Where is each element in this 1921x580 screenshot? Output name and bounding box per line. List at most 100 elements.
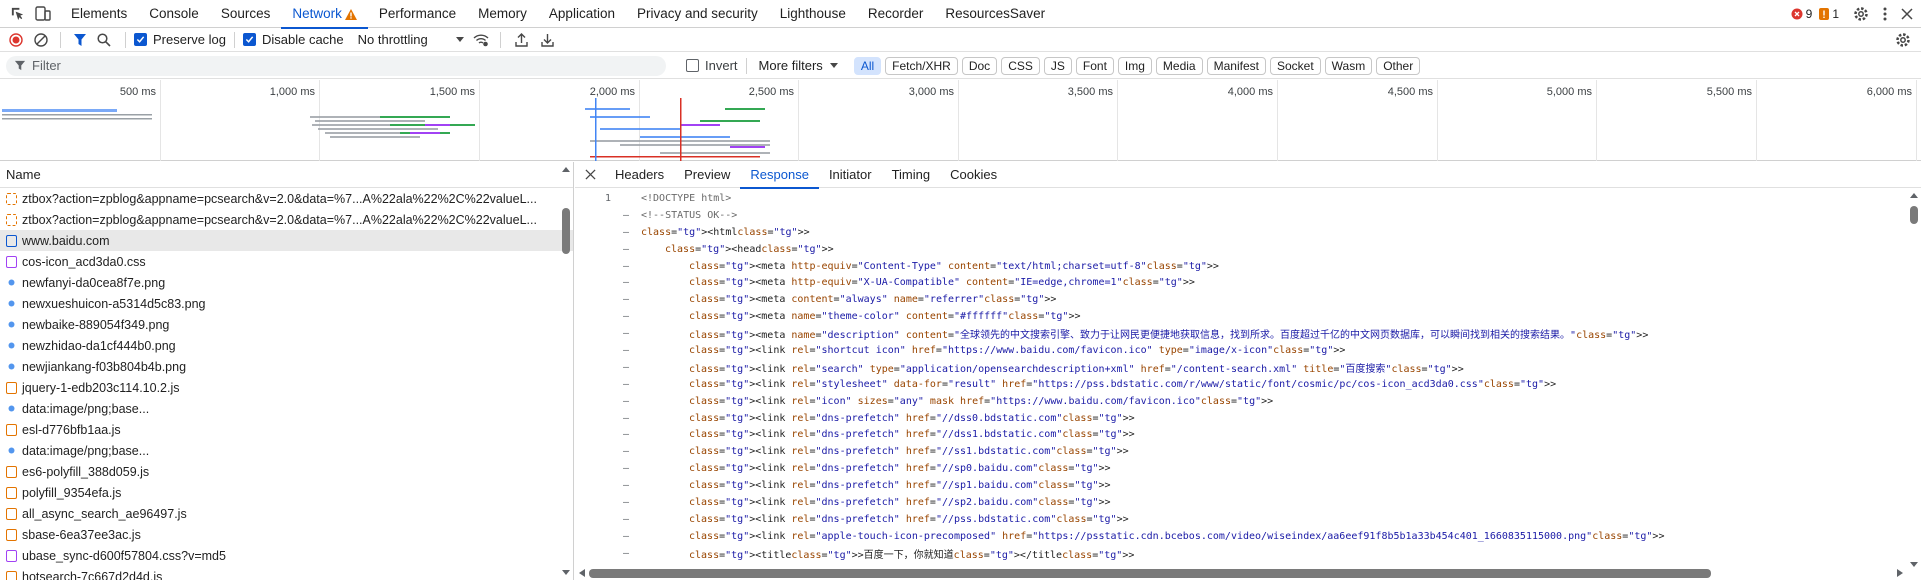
tab-lighthouse[interactable]: Lighthouse (769, 0, 857, 28)
error-count-badge[interactable]: 9 1 (1791, 7, 1839, 21)
detail-tab-timing[interactable]: Timing (882, 162, 941, 188)
preserve-log-checkbox[interactable]: Preserve log (134, 32, 226, 47)
fold-marker[interactable]: – (611, 362, 641, 373)
fold-marker[interactable]: – (611, 227, 641, 238)
name-column-header[interactable]: Name (0, 162, 573, 188)
fold-marker[interactable]: – (611, 328, 641, 339)
request-row[interactable]: newfanyi-da0cea8f7e.png (0, 272, 573, 293)
request-row[interactable]: data:image/png;base... (0, 398, 573, 419)
settings-icon[interactable] (1853, 6, 1869, 22)
more-options-icon[interactable] (1883, 7, 1887, 21)
type-filter-img[interactable]: Img (1117, 56, 1152, 75)
request-row[interactable]: hotsearch-7c667d2d4d.js (0, 566, 573, 580)
detail-tab-headers[interactable]: Headers (605, 162, 674, 188)
tab-performance[interactable]: Performance (368, 0, 467, 28)
network-settings-icon[interactable] (1895, 32, 1911, 48)
export-har-icon[interactable] (535, 33, 561, 47)
detail-tab-initiator[interactable]: Initiator (819, 162, 882, 188)
fold-marker[interactable]: – (611, 396, 641, 407)
fold-marker[interactable]: – (611, 311, 641, 322)
tab-recorder[interactable]: Recorder (857, 0, 935, 28)
type-filter-font[interactable]: Font (1075, 56, 1114, 75)
fold-marker[interactable]: – (611, 261, 641, 272)
network-overview-timeline[interactable]: 500 ms 1,000 ms 1,500 ms 2,000 ms 2,500 ms 3,… (0, 80, 1921, 161)
request-row[interactable]: cos-icon_acd3da0.css (0, 251, 573, 272)
tab-elements[interactable]: Elements (60, 0, 138, 28)
fold-marker[interactable]: – (611, 463, 641, 474)
type-filter-socket[interactable]: Socket (1269, 56, 1321, 75)
request-row[interactable]: sbase-6ea37ee3ac.js (0, 524, 573, 545)
request-list-scrollbar[interactable] (561, 167, 571, 575)
tab-label: Elements (71, 5, 128, 21)
request-row[interactable]: www.baidu.com (0, 230, 573, 251)
type-filter-js[interactable]: JS (1043, 56, 1072, 75)
fold-marker[interactable]: – (611, 429, 641, 440)
tab-network[interactable]: Network (281, 0, 368, 29)
response-horizontal-scrollbar[interactable] (589, 569, 1711, 578)
request-row[interactable]: ztbox?action=zpblog&appname=pcsearch&v=2… (0, 209, 573, 230)
detail-tab-cookies[interactable]: Cookies (940, 162, 1007, 188)
tab-sources[interactable]: Sources (210, 0, 282, 28)
request-row[interactable]: ubase_sync-d600f57804.css?v=md5 (0, 545, 573, 566)
clear-icon[interactable] (30, 32, 52, 47)
inspect-element-icon[interactable] (4, 6, 30, 21)
request-row[interactable]: data:image/png;base... (0, 440, 573, 461)
fold-marker[interactable]: – (611, 210, 641, 221)
search-icon[interactable] (91, 32, 117, 47)
request-row[interactable]: newjiankang-f03b804b4b.png (0, 356, 573, 377)
fold-marker[interactable]: – (611, 514, 641, 525)
request-name: es6-polyfill_388d059.js (22, 464, 150, 479)
tab-memory[interactable]: Memory (467, 0, 538, 28)
tab-application[interactable]: Application (538, 0, 626, 28)
request-row[interactable]: newzhidao-da1cf444b0.png (0, 335, 573, 356)
request-row[interactable]: newbaike-889054f349.png (0, 314, 573, 335)
invert-checkbox[interactable]: Invert (686, 58, 738, 73)
type-filter-manifest[interactable]: Manifest (1206, 56, 1266, 75)
response-vertical-scrollbar[interactable] (1909, 190, 1919, 567)
fold-marker[interactable]: – (611, 548, 641, 559)
fold-marker[interactable]: – (611, 497, 641, 508)
fold-marker[interactable]: – (611, 277, 641, 288)
fold-marker[interactable]: – (611, 379, 641, 390)
fold-marker[interactable]: – (611, 480, 641, 491)
type-filter-fetch-xhr[interactable]: Fetch/XHR (885, 56, 958, 75)
throttling-select[interactable]: No throttling (358, 32, 464, 47)
type-filter-css[interactable]: CSS (1001, 56, 1040, 75)
detail-tab-preview[interactable]: Preview (674, 162, 740, 188)
fold-marker[interactable]: – (611, 446, 641, 457)
request-row[interactable]: esl-d776bfb1aa.js (0, 419, 573, 440)
tab-resourcessaver[interactable]: ResourcesSaver (934, 0, 1056, 28)
type-filter-all[interactable]: All (853, 56, 882, 75)
close-detail-icon[interactable] (575, 169, 605, 180)
tab-privacy-and-security[interactable]: Privacy and security (626, 0, 769, 28)
tab-console[interactable]: Console (138, 0, 210, 28)
fold-marker[interactable]: – (611, 345, 641, 356)
type-filter-wasm[interactable]: Wasm (1324, 56, 1373, 75)
request-row[interactable]: ztbox?action=zpblog&appname=pcsearch&v=2… (0, 188, 573, 209)
device-toolbar-icon[interactable] (30, 6, 56, 21)
request-row[interactable]: jquery-1-edb203c114.10.2.js (0, 377, 573, 398)
record-icon[interactable] (2, 32, 30, 47)
request-row[interactable]: newxueshuicon-a5314d5c83.png (0, 293, 573, 314)
request-row[interactable]: all_async_search_ae96497.js (0, 503, 573, 524)
detail-tab-response[interactable]: Response (740, 162, 819, 189)
request-row[interactable]: es6-polyfill_388d059.js (0, 461, 573, 482)
fold-marker[interactable]: – (611, 413, 641, 424)
filter-input[interactable]: Filter (6, 55, 666, 76)
code-text: class="tg"><link rel="dns-prefetch" href… (689, 513, 1129, 525)
filter-bar: Filter Invert More filters All Fetch/XHR D… (0, 53, 1921, 79)
disable-cache-checkbox[interactable]: Disable cache (242, 32, 344, 47)
filter-funnel-icon[interactable] (69, 33, 91, 47)
fold-marker[interactable]: – (611, 244, 641, 255)
import-har-icon[interactable] (509, 32, 535, 47)
network-conditions-icon[interactable] (470, 33, 492, 47)
type-filter-doc[interactable]: Doc (961, 56, 998, 75)
more-filters-dropdown[interactable]: More filters (759, 58, 838, 73)
close-devtools-icon[interactable] (1901, 8, 1913, 20)
response-body[interactable]: 1 <!DOCTYPE html> – <!--STATUS OK--> – class=… (575, 190, 1907, 566)
type-filter-other[interactable]: Other (1376, 56, 1421, 75)
type-filter-media[interactable]: Media (1155, 56, 1203, 75)
fold-marker[interactable]: – (611, 531, 641, 542)
fold-marker[interactable]: – (611, 294, 641, 305)
request-row[interactable]: polyfill_9354efa.js (0, 482, 573, 503)
